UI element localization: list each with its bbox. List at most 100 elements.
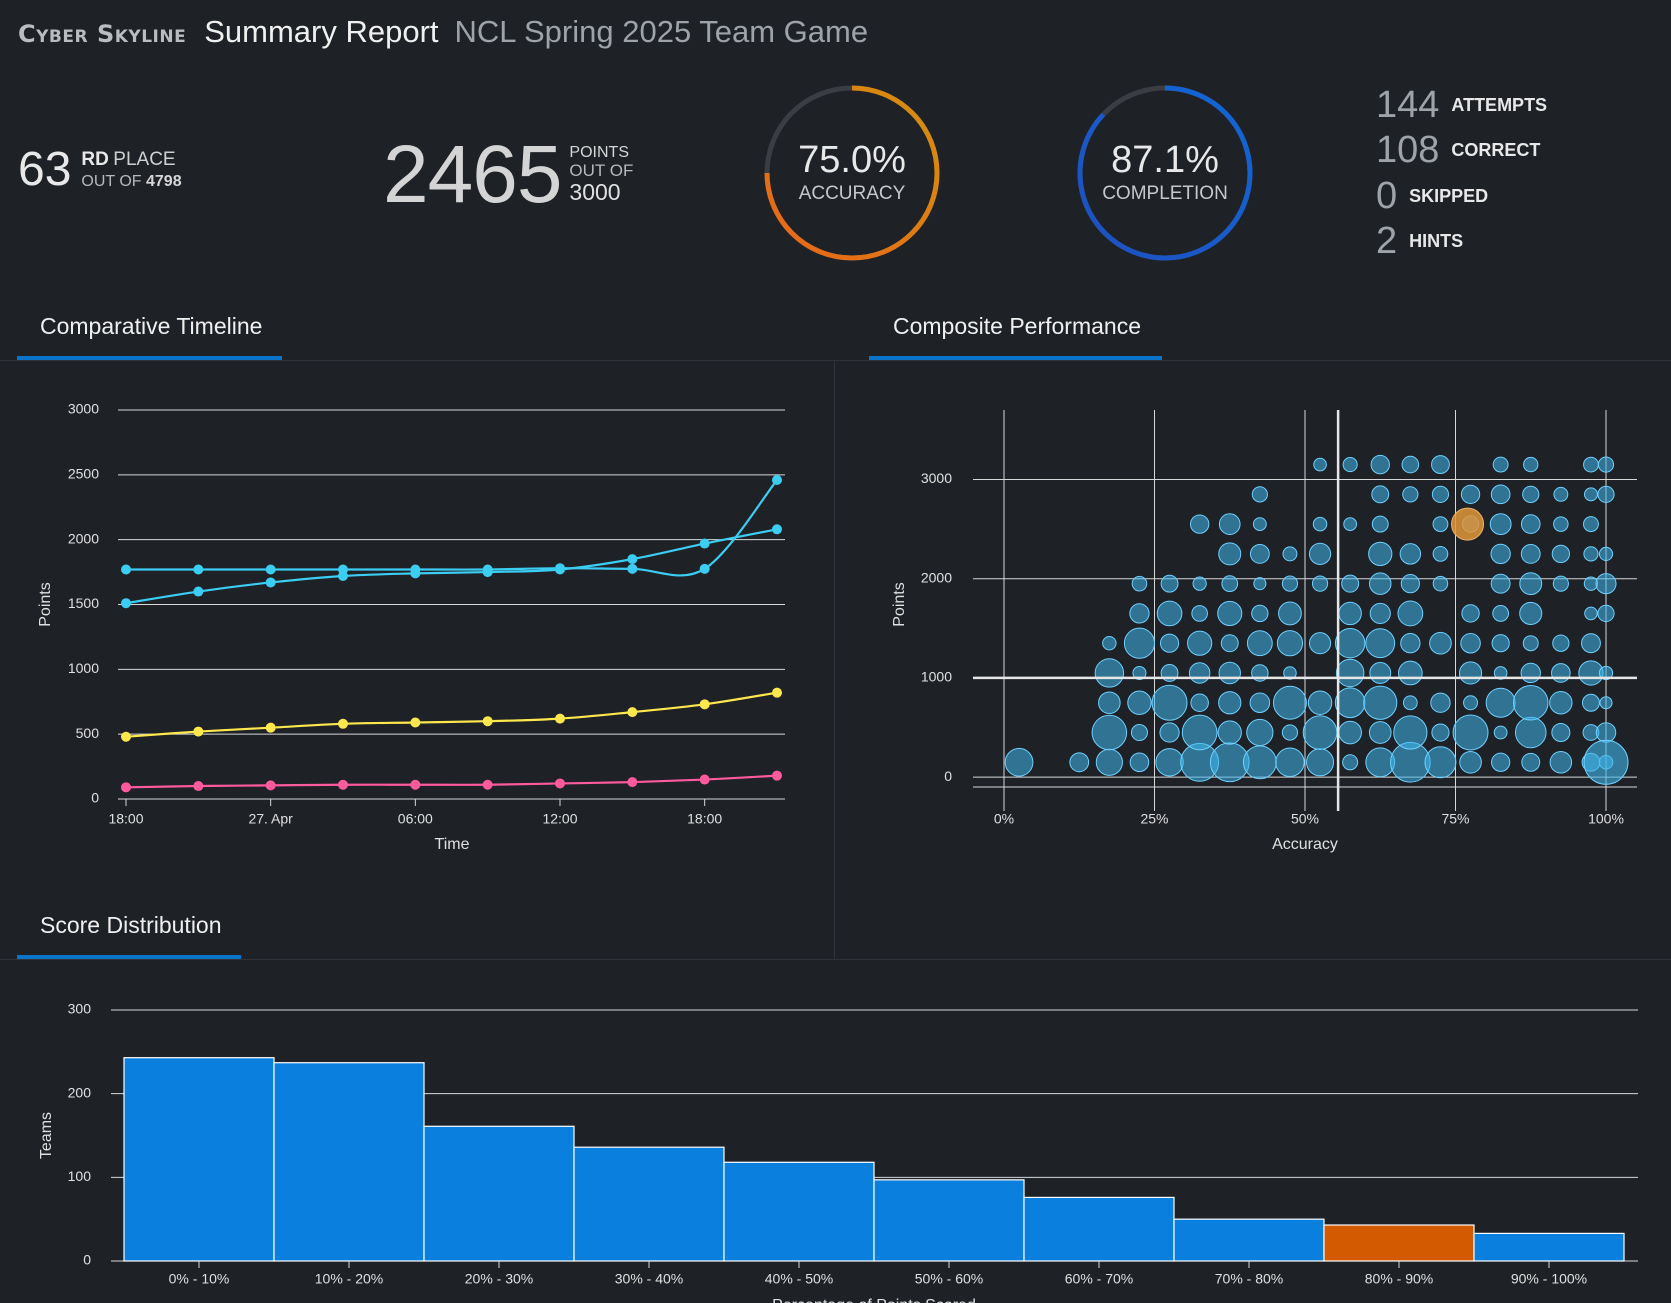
team-bubble	[1220, 634, 1239, 653]
team-bubble	[1218, 542, 1242, 566]
data-point	[482, 779, 493, 790]
histogram-bar	[273, 1062, 425, 1262]
data-point	[338, 570, 348, 581]
team-bubble	[1102, 635, 1117, 651]
histogram-bar	[873, 1179, 1025, 1262]
x-tick-label: 75%	[1441, 811, 1469, 827]
team-bubble	[1098, 691, 1121, 715]
x-tick-label: 90% - 100%	[1511, 1271, 1587, 1287]
team-bubble	[1599, 696, 1613, 710]
data-point	[772, 687, 782, 698]
data-point	[410, 717, 421, 728]
series-line	[125, 528, 778, 605]
team-bubble	[1281, 575, 1299, 592]
tab-composite-performance[interactable]: Composite Performance	[893, 313, 1141, 340]
team-bubble	[1253, 577, 1267, 591]
x-tick-label: 18:00	[687, 811, 722, 827]
brand-logo[interactable]: Cyber Skyline	[18, 20, 186, 48]
y-tick-label: 0	[83, 1252, 91, 1268]
team-bubble	[1275, 747, 1305, 778]
team-bubble	[1551, 544, 1570, 564]
team-bubble	[1520, 514, 1541, 534]
data-point	[121, 782, 131, 793]
team-bubble	[1181, 714, 1218, 751]
x-tick-label: 06:00	[398, 811, 433, 827]
data-point	[699, 563, 710, 574]
tab-comparative-timeline[interactable]: Comparative Timeline	[40, 313, 262, 340]
team-bubble	[1597, 456, 1615, 473]
panel-divider-vertical	[834, 360, 835, 960]
team-bubble	[1581, 633, 1601, 654]
data-point	[555, 778, 565, 789]
team-bubble	[1459, 750, 1482, 774]
team-bubble	[1151, 684, 1188, 721]
team-bubble	[1192, 576, 1207, 591]
team-bubble	[1431, 485, 1450, 503]
data-point	[772, 475, 782, 486]
rank-word: PLACE	[113, 149, 176, 171]
x-tick-label: 30% - 40%	[615, 1271, 683, 1287]
points-stat: 2465 POINTS OUT OF 3000	[383, 134, 633, 216]
accuracy-label: ACCURACY	[798, 182, 906, 204]
team-bubble	[1217, 600, 1243, 626]
y-tick-label: 0	[91, 790, 99, 806]
team-bubble	[1521, 752, 1541, 772]
team-bubble	[1490, 573, 1511, 594]
x-tick-label: 50% - 60%	[915, 1271, 983, 1287]
data-point	[699, 774, 710, 785]
team-bubble	[1218, 513, 1241, 535]
team-bubble	[1311, 575, 1329, 592]
team-bubble	[1431, 455, 1450, 474]
x-tick-label: 20% - 30%	[465, 1271, 533, 1287]
team-bubble	[1430, 692, 1451, 713]
team-bubble	[1188, 662, 1211, 684]
team-bubble	[1512, 684, 1549, 721]
team-bubble	[1069, 752, 1090, 773]
team-bubble	[1369, 572, 1392, 595]
team-bubble	[1584, 606, 1598, 621]
rank-suffix: RD	[81, 149, 109, 171]
team-bubble	[1402, 486, 1419, 503]
team-bubble	[1341, 574, 1360, 593]
team-bubble	[1458, 661, 1483, 685]
y-tick-label: 300	[68, 1001, 92, 1017]
team-bubble	[1095, 748, 1123, 776]
team-bubble	[1402, 695, 1418, 711]
data-point	[193, 586, 204, 597]
team-bubble	[1335, 658, 1365, 688]
x-tick-label: 25%	[1140, 811, 1168, 827]
team-bubble	[1282, 546, 1298, 562]
x-tick-label: 50%	[1291, 811, 1319, 827]
team-bubble	[1249, 692, 1271, 714]
team-bubble	[1159, 722, 1180, 743]
data-point	[555, 713, 565, 724]
histogram-bar	[423, 1125, 575, 1262]
team-bubble	[1302, 715, 1338, 750]
team-bubble	[1595, 722, 1617, 743]
x-tick-label: 100%	[1588, 811, 1624, 827]
team-bubble	[1581, 693, 1600, 712]
points-value: 2465	[383, 129, 562, 220]
team-bubble	[1312, 516, 1328, 532]
histogram-bar	[123, 1057, 275, 1262]
team-bubble	[1306, 748, 1335, 777]
y-tick-label: 3000	[921, 470, 952, 486]
team-bubble	[1431, 723, 1450, 742]
team-bubble	[1281, 724, 1299, 741]
team-bubble	[1094, 658, 1125, 688]
data-point	[627, 563, 638, 574]
data-point	[121, 564, 131, 575]
data-point	[772, 770, 782, 781]
data-point	[699, 538, 710, 549]
tab-score-distribution[interactable]: Score Distribution	[40, 912, 222, 939]
team-bubble	[1371, 485, 1390, 504]
team-bubble	[1371, 515, 1389, 533]
team-bubble	[1155, 748, 1184, 777]
y-tick-label: 2000	[921, 569, 952, 585]
counter-label: ATTEMPTS	[1451, 94, 1548, 115]
team-bubble	[1519, 601, 1543, 625]
team-bubble	[1492, 456, 1509, 473]
team-bubble	[1370, 454, 1390, 475]
team-bubble	[1129, 752, 1150, 773]
data-point	[193, 726, 204, 737]
